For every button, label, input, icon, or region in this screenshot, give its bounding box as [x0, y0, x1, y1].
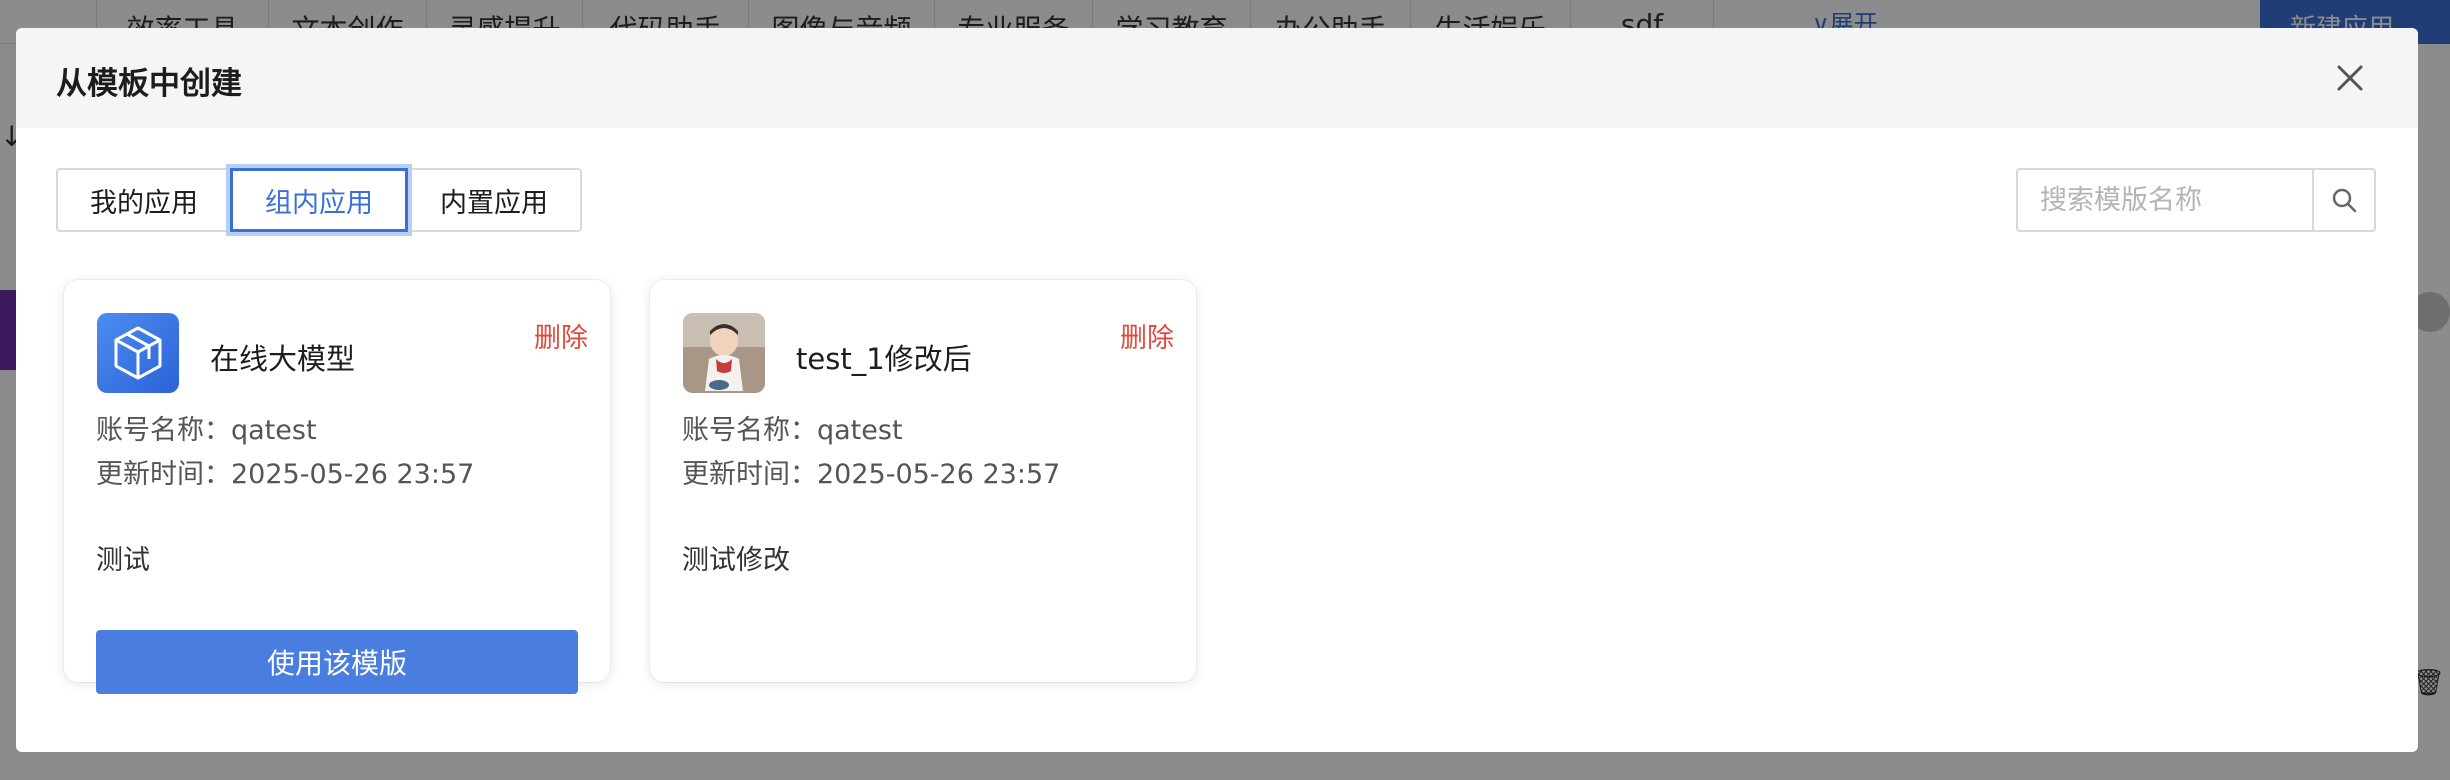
cube-icon	[97, 313, 179, 393]
account-row: 账号名称：qatest	[682, 408, 903, 447]
updated-row: 更新时间：2025-05-26 23:57	[682, 452, 1060, 491]
template-card: test_1修改后 删除 账号名称：qatest 更新时间：2025-05-26…	[650, 280, 1196, 682]
updated-label: 更新时间：	[96, 459, 231, 490]
delete-button[interactable]: 删除	[534, 316, 588, 355]
updated-value: 2025-05-26 23:57	[231, 459, 475, 490]
tab-label: 我的应用	[90, 187, 198, 219]
template-card: 在线大模型 删除 账号名称：qatest 更新时间：2025-05-26 23:…	[64, 280, 610, 694]
create-from-template-modal: 从模板中创建 我的应用 组内应用 内置应用 搜索模版名称 在线大模型 删除 账号…	[16, 28, 2418, 752]
account-row: 账号名称：qatest	[96, 408, 317, 447]
account-value: qatest	[817, 415, 903, 446]
template-description: 测试修改	[682, 545, 790, 576]
modal-title: 从模板中创建	[56, 66, 242, 102]
tab-group-apps[interactable]: 组内应用	[230, 168, 408, 232]
tab-label: 内置应用	[440, 187, 548, 219]
template-search	[2016, 168, 2376, 232]
template-name: 在线大模型	[210, 342, 356, 376]
account-label: 账号名称：	[682, 415, 817, 446]
template-description: 测试	[96, 545, 150, 576]
account-label: 账号名称：	[96, 415, 231, 446]
modal-header: 从模板中创建	[16, 28, 2418, 128]
updated-row: 更新时间：2025-05-26 23:57	[96, 452, 474, 491]
use-template-label: 使用该模版	[266, 647, 407, 680]
tab-my-apps[interactable]: 我的应用	[56, 168, 232, 232]
close-icon[interactable]	[2330, 58, 2370, 98]
delete-button[interactable]: 删除	[1120, 316, 1174, 355]
tab-builtin-apps[interactable]: 内置应用	[406, 168, 582, 232]
account-value: qatest	[231, 415, 317, 446]
use-template-button[interactable]: 使用该模版	[96, 630, 578, 694]
baby-photo-avatar	[683, 313, 765, 393]
updated-value: 2025-05-26 23:57	[817, 459, 1061, 490]
tab-label: 组内应用	[265, 187, 373, 219]
search-button[interactable]	[2312, 170, 2374, 230]
search-icon	[2332, 188, 2357, 213]
updated-label: 更新时间：	[682, 459, 817, 490]
template-name: test_1修改后	[796, 342, 972, 376]
search-input[interactable]	[2018, 170, 2312, 230]
